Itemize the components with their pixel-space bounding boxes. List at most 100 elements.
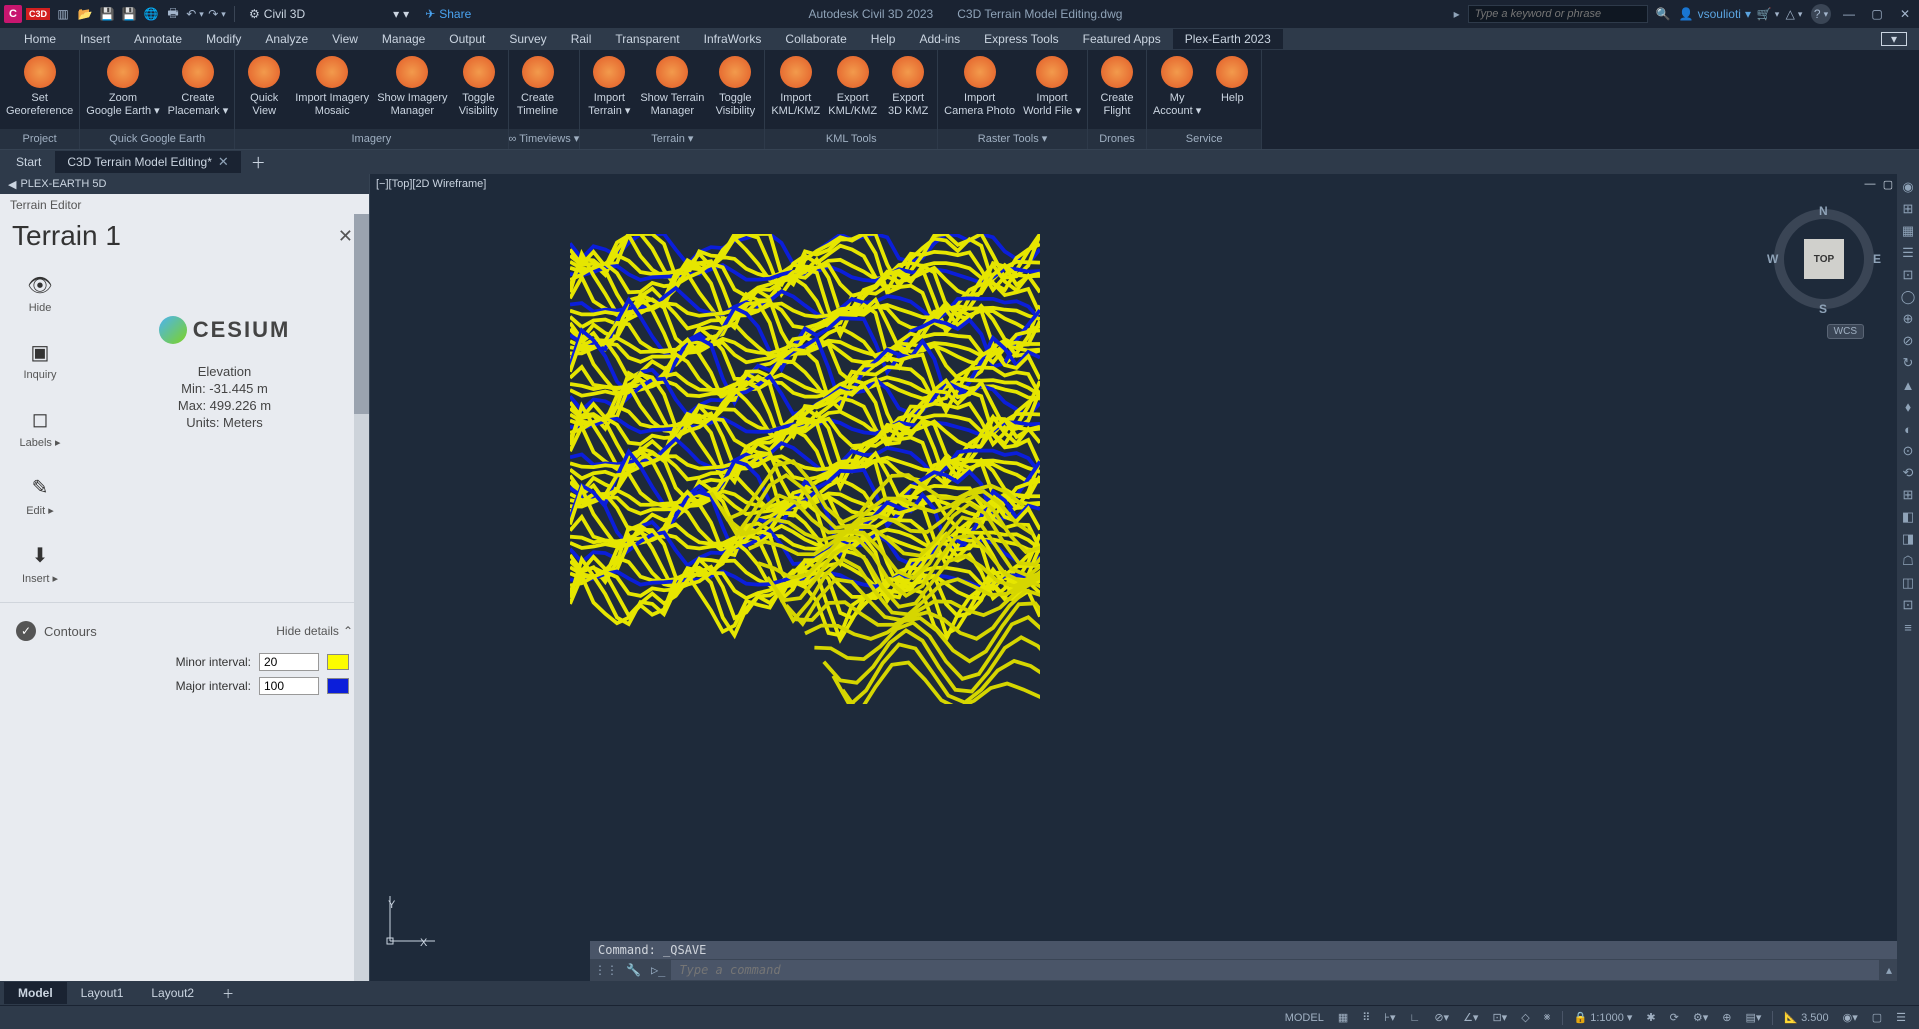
- status-monitor-icon[interactable]: ⊕: [1717, 1009, 1736, 1026]
- ribbon-import-camera-photo[interactable]: ImportCamera Photo: [940, 54, 1019, 120]
- ribbon-create-timeline[interactable]: CreateTimeline: [511, 54, 565, 120]
- status-anno-auto-icon[interactable]: ⟳: [1665, 1009, 1684, 1026]
- add-tab-button[interactable]: ＋: [243, 149, 274, 176]
- status-units[interactable]: 📐 3.500: [1779, 1009, 1833, 1026]
- ribbon-set-georeference[interactable]: SetGeoreference: [2, 54, 77, 120]
- vp-maximize[interactable]: ▢: [1881, 178, 1895, 191]
- plot-icon[interactable]: 🖶: [164, 5, 182, 23]
- menu-transparent[interactable]: Transparent: [603, 29, 691, 49]
- autodesk-icon[interactable]: △: [1785, 5, 1803, 23]
- nav-tool-5[interactable]: ◯: [1899, 288, 1917, 306]
- minor-color-swatch[interactable]: [327, 654, 349, 670]
- tool-labels[interactable]: ◻Labels ▸: [12, 400, 68, 456]
- viewport-label[interactable]: [−][Top][2D Wireframe]: [376, 178, 486, 190]
- nav-tool-1[interactable]: ⊞: [1899, 200, 1917, 218]
- nav-tool-18[interactable]: ◫: [1899, 574, 1917, 592]
- nav-tool-15[interactable]: ◧: [1899, 508, 1917, 526]
- wcs-badge[interactable]: WCS: [1827, 324, 1864, 339]
- file-tab[interactable]: Start: [4, 152, 53, 172]
- scrollbar-thumb[interactable]: [354, 214, 369, 414]
- ribbon-quick-view[interactable]: QuickView: [237, 54, 291, 120]
- menu-rail[interactable]: Rail: [559, 29, 604, 49]
- nav-tool-8[interactable]: ↻: [1899, 354, 1917, 372]
- nav-tool-2[interactable]: ▦: [1899, 222, 1917, 240]
- menu-featured-apps[interactable]: Featured Apps: [1071, 29, 1173, 49]
- nav-tool-6[interactable]: ⊕: [1899, 310, 1917, 328]
- tool-hide[interactable]: 👁Hide: [12, 266, 68, 321]
- nav-tool-14[interactable]: ⊞: [1899, 486, 1917, 504]
- menu-manage[interactable]: Manage: [370, 29, 437, 49]
- ribbon-show-imagery-manager[interactable]: Show ImageryManager: [373, 54, 451, 120]
- nav-tool-19[interactable]: ⊡: [1899, 596, 1917, 614]
- status-filter-icon[interactable]: ▤▾: [1740, 1009, 1766, 1026]
- nav-tool-10[interactable]: ⬧: [1899, 398, 1917, 416]
- nav-tool-20[interactable]: ≡: [1899, 618, 1917, 636]
- nav-tool-13[interactable]: ⟲: [1899, 464, 1917, 482]
- command-input[interactable]: [671, 960, 1879, 980]
- tool-insert[interactable]: ⬇Insert ▸: [12, 536, 68, 592]
- view-cube-n[interactable]: N: [1819, 204, 1828, 218]
- undo-icon[interactable]: ↶: [186, 5, 204, 23]
- view-cube-top[interactable]: TOP: [1804, 239, 1844, 279]
- nav-tool-16[interactable]: ◨: [1899, 530, 1917, 548]
- status-ws-icon[interactable]: ⚙▾: [1688, 1009, 1713, 1026]
- hide-details-button[interactable]: Hide details ⌃: [276, 624, 353, 638]
- nav-tool-11[interactable]: ◐: [1899, 420, 1917, 438]
- ribbon-export-3d-kmz[interactable]: Export3D KMZ: [881, 54, 935, 120]
- ribbon-toggle-visibility[interactable]: ToggleVisibility: [708, 54, 762, 120]
- new-icon[interactable]: ▥: [54, 5, 72, 23]
- minor-interval-input[interactable]: [259, 653, 319, 671]
- save-icon[interactable]: 💾: [98, 5, 116, 23]
- status-3dosnap-icon[interactable]: ◇: [1516, 1009, 1534, 1026]
- menu-box-icon[interactable]: ▾: [1881, 32, 1907, 46]
- status-ortho-icon[interactable]: ∟: [1405, 1010, 1426, 1026]
- close-button[interactable]: ✕: [1895, 7, 1915, 21]
- tool-inquiry[interactable]: ▣Inquiry: [12, 333, 68, 388]
- view-cube-s[interactable]: S: [1819, 302, 1827, 316]
- maximize-button[interactable]: ▢: [1867, 7, 1887, 21]
- ribbon-my-account[interactable]: MyAccount ▾: [1149, 54, 1205, 120]
- status-custom-icon[interactable]: ☰: [1891, 1009, 1911, 1026]
- view-cube-e[interactable]: E: [1873, 252, 1881, 266]
- layout-tab-model[interactable]: Model: [4, 982, 67, 1004]
- file-tab[interactable]: C3D Terrain Model Editing*✕: [55, 151, 240, 173]
- ribbon-create-flight[interactable]: CreateFlight: [1090, 54, 1144, 120]
- ribbon-create-placemark[interactable]: CreatePlacemark ▾: [164, 54, 233, 120]
- menu-annotate[interactable]: Annotate: [122, 29, 194, 49]
- nav-tool-7[interactable]: ⊘: [1899, 332, 1917, 350]
- ribbon-import-terrain[interactable]: ImportTerrain ▾: [582, 54, 636, 120]
- status-clean-icon[interactable]: ▢: [1867, 1009, 1887, 1026]
- status-polar-icon[interactable]: ⊘▾: [1429, 1009, 1454, 1026]
- model-viewport[interactable]: TOP N S E W WCS Y X Command: _QSAVE ⋮⋮: [370, 194, 1919, 981]
- ribbon-toggle-visibility[interactable]: ToggleVisibility: [452, 54, 506, 120]
- menu-view[interactable]: View: [320, 29, 370, 49]
- nav-tool-0[interactable]: ◉: [1899, 178, 1917, 196]
- app-logo[interactable]: C: [4, 5, 22, 23]
- status-anno-icon[interactable]: ⨳: [1539, 1009, 1556, 1026]
- layout-tab-layout1[interactable]: Layout1: [67, 982, 138, 1004]
- saveas-icon[interactable]: 💾: [120, 5, 138, 23]
- status-infer-icon[interactable]: ⊦▾: [1379, 1009, 1400, 1026]
- command-expand-icon[interactable]: ▴: [1879, 963, 1899, 977]
- ribbon-zoom-google-earth[interactable]: ZoomGoogle Earth ▾: [82, 54, 163, 120]
- menu-infraworks[interactable]: InfraWorks: [692, 29, 774, 49]
- menu-analyze[interactable]: Analyze: [253, 29, 320, 49]
- command-customize-icon[interactable]: 🔧: [622, 959, 645, 981]
- tool-edit[interactable]: ✎Edit ▸: [12, 468, 68, 524]
- status-snap-icon[interactable]: ⠿: [1357, 1009, 1375, 1026]
- nav-tool-12[interactable]: ⊙: [1899, 442, 1917, 460]
- help-icon[interactable]: ?: [1811, 4, 1831, 24]
- status-anno-scale[interactable]: 🔒 1:1000 ▾: [1569, 1009, 1638, 1026]
- menu-output[interactable]: Output: [437, 29, 497, 49]
- tab-close-icon[interactable]: ✕: [218, 154, 229, 170]
- status-osnap-icon[interactable]: ⊡▾: [1487, 1009, 1512, 1026]
- major-color-swatch[interactable]: [327, 678, 349, 694]
- nav-tool-4[interactable]: ⊡: [1899, 266, 1917, 284]
- share-button[interactable]: ✈ Share: [419, 5, 477, 23]
- ribbon-import-imagery-mosaic[interactable]: Import ImageryMosaic: [291, 54, 373, 120]
- menu-survey[interactable]: Survey: [497, 29, 558, 49]
- nav-tool-9[interactable]: ▲: [1899, 376, 1917, 394]
- minimize-button[interactable]: —: [1839, 7, 1859, 21]
- open-icon[interactable]: 📂: [76, 5, 94, 23]
- menu-collaborate[interactable]: Collaborate: [773, 29, 858, 49]
